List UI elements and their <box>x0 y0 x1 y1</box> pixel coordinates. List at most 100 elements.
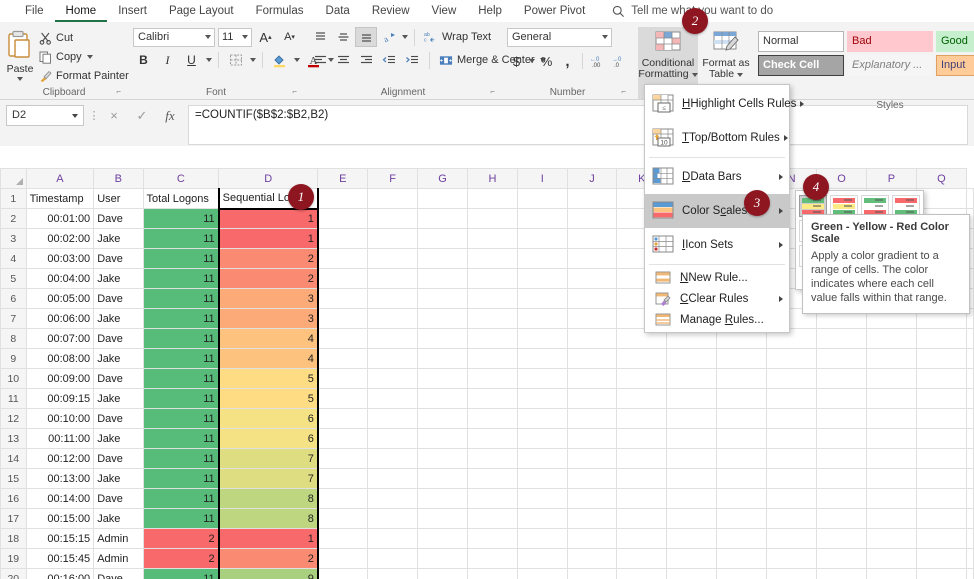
cell-empty[interactable] <box>817 409 867 429</box>
cell-sequential-logons[interactable]: 2 <box>219 249 318 269</box>
cell-sequential-logons[interactable]: 6 <box>219 429 318 449</box>
col-header-P[interactable]: P <box>867 169 917 189</box>
cell-empty[interactable] <box>468 509 518 529</box>
orientation-dropdown-arrow[interactable] <box>402 35 408 39</box>
row-header[interactable]: 5 <box>1 269 27 289</box>
cell-empty[interactable] <box>517 349 567 369</box>
cell-empty[interactable] <box>567 349 617 369</box>
cell-empty[interactable] <box>667 569 717 579</box>
cell-empty[interactable] <box>967 529 974 549</box>
cell-user[interactable]: Dave <box>94 409 143 429</box>
cell-empty[interactable] <box>567 269 617 289</box>
cell-timestamp[interactable]: 00:08:00 <box>26 349 94 369</box>
name-box[interactable]: D2 <box>6 105 84 126</box>
copy-dropdown-arrow[interactable] <box>87 55 93 59</box>
row-header[interactable]: 4 <box>1 249 27 269</box>
cell-empty[interactable] <box>468 249 518 269</box>
row-header[interactable]: 3 <box>1 229 27 249</box>
cell-empty[interactable] <box>517 269 567 289</box>
cell-empty[interactable] <box>767 509 817 529</box>
cell-timestamp[interactable]: 00:01:00 <box>26 209 94 229</box>
cell-empty[interactable] <box>567 389 617 409</box>
menu-item-data-bars[interactable]: DData Bars <box>645 160 789 194</box>
cell-empty[interactable] <box>468 209 518 229</box>
cell-empty[interactable] <box>767 449 817 469</box>
col-header-E[interactable]: E <box>318 169 368 189</box>
cell-empty[interactable] <box>567 449 617 469</box>
row-header[interactable]: 12 <box>1 409 27 429</box>
align-bottom-button[interactable] <box>355 27 377 47</box>
cell-empty[interactable] <box>368 269 418 289</box>
cell-sequential-logons[interactable]: 7 <box>219 469 318 489</box>
cell-empty[interactable] <box>916 329 966 349</box>
row-header[interactable]: 17 <box>1 509 27 529</box>
cell-empty[interactable] <box>817 549 867 569</box>
cell-empty[interactable] <box>517 489 567 509</box>
cell-empty[interactable] <box>667 469 717 489</box>
cell-empty[interactable] <box>916 369 966 389</box>
paste-button[interactable]: Paste <box>5 27 35 81</box>
cell-empty[interactable] <box>318 229 368 249</box>
cell-sequential-logons[interactable]: 5 <box>219 389 318 409</box>
chevron-down-icon[interactable] <box>205 35 211 39</box>
cell-empty[interactable] <box>617 389 667 409</box>
cell-sequential-logons[interactable]: 9 <box>219 569 318 579</box>
cell-empty[interactable] <box>517 529 567 549</box>
select-all-button[interactable] <box>1 169 27 189</box>
cell-empty[interactable] <box>767 389 817 409</box>
cell-empty[interactable] <box>567 429 617 449</box>
cut-button[interactable]: Cut <box>35 29 132 47</box>
tab-home[interactable]: Home <box>55 0 108 22</box>
cell-empty[interactable] <box>817 329 867 349</box>
cell-timestamp[interactable]: 00:05:00 <box>26 289 94 309</box>
cell-user[interactable]: Jake <box>94 349 143 369</box>
cell-empty[interactable] <box>717 509 767 529</box>
cell-empty[interactable] <box>717 469 767 489</box>
tab-power-pivot[interactable]: Power Pivot <box>513 0 596 22</box>
cell-user[interactable]: Dave <box>94 209 143 229</box>
fill-color-dropdown-arrow[interactable] <box>294 58 300 62</box>
cell-empty[interactable] <box>418 289 468 309</box>
cell-empty[interactable] <box>767 429 817 449</box>
chevron-down-icon[interactable] <box>242 35 248 39</box>
cell-empty[interactable] <box>468 369 518 389</box>
cell-empty[interactable] <box>967 329 974 349</box>
row-header[interactable]: 13 <box>1 429 27 449</box>
style-normal[interactable]: Normal <box>758 31 844 52</box>
italic-button[interactable]: I <box>157 50 178 70</box>
cell-empty[interactable] <box>867 529 917 549</box>
cell-empty[interactable] <box>368 189 418 209</box>
cell-timestamp[interactable]: Timestamp <box>26 189 94 209</box>
cell-empty[interactable] <box>567 469 617 489</box>
cell-empty[interactable] <box>517 229 567 249</box>
cell-empty[interactable] <box>916 489 966 509</box>
cell-empty[interactable] <box>517 549 567 569</box>
cell-total-logons[interactable]: 11 <box>143 569 219 579</box>
number-dialog-launcher[interactable]: ⌐ <box>621 85 626 99</box>
cell-empty[interactable] <box>468 529 518 549</box>
row-header[interactable]: 15 <box>1 469 27 489</box>
cell-empty[interactable] <box>517 409 567 429</box>
cell-empty[interactable] <box>967 369 974 389</box>
menu-item-clear-rules[interactable]: CClear Rules <box>645 288 789 309</box>
cell-empty[interactable] <box>368 309 418 329</box>
cell-timestamp[interactable]: 00:09:00 <box>26 369 94 389</box>
cell-empty[interactable] <box>567 289 617 309</box>
cell-timestamp[interactable]: 00:14:00 <box>26 489 94 509</box>
cell-empty[interactable] <box>368 569 418 579</box>
cell-empty[interactable] <box>368 289 418 309</box>
cell-empty[interactable] <box>717 569 767 579</box>
cell-user[interactable]: Jake <box>94 469 143 489</box>
cell-empty[interactable] <box>468 429 518 449</box>
increase-decimal-button[interactable]: ←0 .00 <box>588 51 608 71</box>
cell-sequential-logons[interactable]: 4 <box>219 329 318 349</box>
cell-empty[interactable] <box>567 249 617 269</box>
cell-empty[interactable] <box>667 529 717 549</box>
cell-empty[interactable] <box>517 569 567 579</box>
cell-empty[interactable] <box>817 349 867 369</box>
cell-empty[interactable] <box>418 469 468 489</box>
cell-empty[interactable] <box>468 489 518 509</box>
cell-user[interactable]: Admin <box>94 529 143 549</box>
cell-empty[interactable] <box>318 249 368 269</box>
cell-empty[interactable] <box>767 369 817 389</box>
